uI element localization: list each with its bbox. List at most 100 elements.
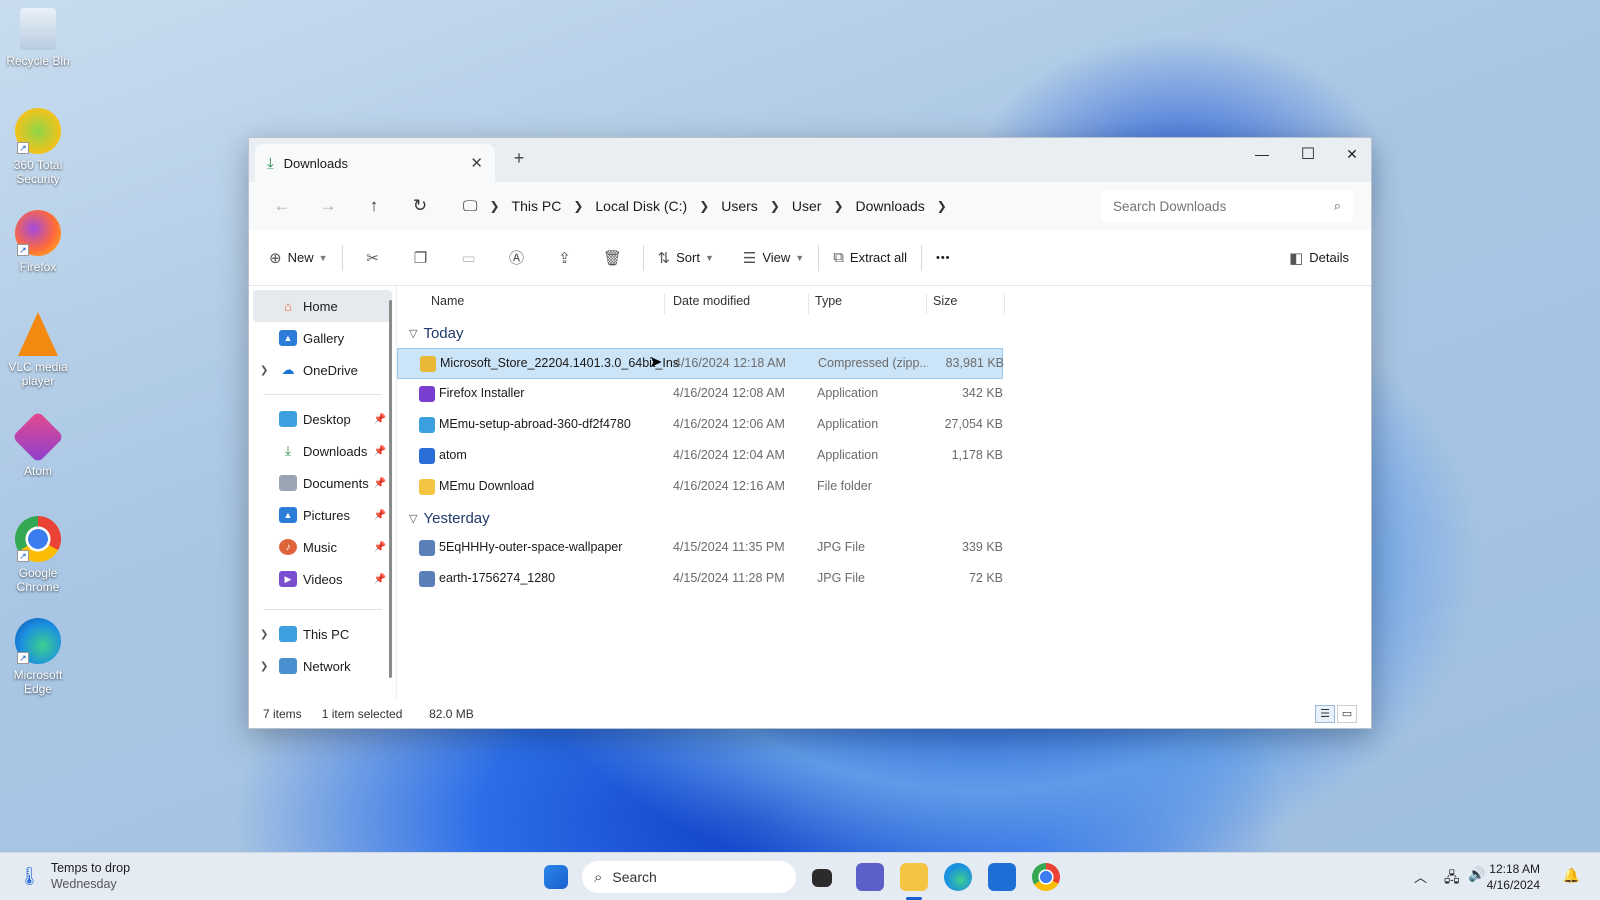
desktop-icon-microsoft-edge[interactable]: ↗ Microsoft Edge xyxy=(4,618,72,696)
network-icon xyxy=(279,658,297,674)
close-button[interactable]: ✕ xyxy=(1329,138,1375,170)
nav-item-onedrive[interactable]: ❯ ☁ OneDrive xyxy=(249,354,396,386)
copy-button[interactable]: ❐ xyxy=(397,242,445,274)
nav-item-documents[interactable]: Documents 📌 xyxy=(249,467,396,499)
nav-label: Desktop xyxy=(303,411,351,427)
column-headers: Name Date modified Type Size xyxy=(397,286,1371,318)
group-header-yesterday[interactable]: ▽ Yesterday xyxy=(397,503,1371,533)
file-explorer-icon[interactable] xyxy=(900,863,928,891)
chevron-right-icon[interactable]: ❯ xyxy=(937,199,947,213)
chevron-right-icon[interactable]: ❯ xyxy=(260,661,268,672)
breadcrumb-users[interactable]: Users xyxy=(721,198,758,214)
nav-item-gallery[interactable]: ▲ Gallery xyxy=(249,322,396,354)
chevron-up-icon[interactable]: ︿ xyxy=(1414,867,1427,886)
column-name[interactable]: Name xyxy=(425,294,665,314)
column-date-modified[interactable]: Date modified xyxy=(667,294,809,314)
search-input[interactable] xyxy=(1113,198,1334,214)
file-date-modified: 4/15/2024 11:28 PM xyxy=(673,571,785,585)
weather-subtitle: Wednesday xyxy=(50,877,117,891)
file-row[interactable]: 5EqHHHy-outer-space-wallpaper 4/15/2024 1… xyxy=(397,533,1371,564)
application-icon xyxy=(419,386,435,402)
nav-item-desktop[interactable]: Desktop 📌 xyxy=(249,403,396,435)
file-row[interactable]: earth-1756274_1280 4/15/2024 11:28 PM JPG … xyxy=(397,564,1371,595)
nav-item-videos[interactable]: ▶ Videos 📌 xyxy=(249,563,396,595)
maximize-button[interactable]: ☐ xyxy=(1285,138,1331,170)
nav-item-downloads[interactable]: ⤓ Downloads 📌 xyxy=(249,435,396,467)
search-icon[interactable]: ⌕ xyxy=(1334,198,1341,214)
cloud-icon: ☁ xyxy=(281,362,295,377)
volume-icon[interactable]: 🔊 xyxy=(1468,866,1485,883)
tiles-view-button[interactable]: ▭ xyxy=(1337,705,1357,723)
new-button[interactable]: ⊕ New ▼ xyxy=(261,242,336,274)
nav-item-music[interactable]: ♪ Music 📌 xyxy=(249,531,396,563)
back-arrow-icon[interactable]: ← xyxy=(259,196,305,216)
group-header-today[interactable]: ▽ Today xyxy=(397,318,1371,348)
application-icon xyxy=(419,417,435,433)
extract-all-button[interactable]: ⧉ Extract all xyxy=(825,242,915,274)
more-options-button[interactable]: ••• xyxy=(928,242,959,274)
task-view-icon[interactable] xyxy=(812,869,832,887)
desktop-icon-atom[interactable]: Atom xyxy=(4,410,72,478)
new-tab-button[interactable]: + xyxy=(507,148,531,169)
details-view-button[interactable]: ☰ xyxy=(1315,705,1335,723)
nav-item-pictures[interactable]: ▲ Pictures 📌 xyxy=(249,499,396,531)
delete-button[interactable]: 🗑 xyxy=(589,242,637,274)
refresh-icon[interactable]: ↻ xyxy=(397,196,443,216)
details-button[interactable]: ◧ Details xyxy=(1281,242,1357,274)
file-row[interactable]: MEmu-setup-abroad-360-df2f4780 4/16/2024 … xyxy=(397,410,1371,441)
mouse-cursor-icon: ➤ xyxy=(649,354,663,371)
file-row[interactable]: Microsoft_Store_22204.1401.3.0_64bit_Ins… xyxy=(397,348,1004,379)
column-size[interactable]: Size xyxy=(927,294,1005,314)
weather-widget[interactable]: 🌡 Temps to drop Wednesday xyxy=(18,860,130,892)
notification-bell-icon[interactable]: 🔔 xyxy=(1563,867,1580,884)
desktop-icon-recycle-bin[interactable]: Recycle Bin xyxy=(4,8,72,68)
videos-icon: ▶ xyxy=(279,571,297,587)
paste-button[interactable]: ▭ xyxy=(445,242,493,274)
chat-icon[interactable] xyxy=(856,863,884,891)
chevron-right-icon[interactable]: ❯ xyxy=(260,365,268,376)
breadcrumb-downloads[interactable]: Downloads xyxy=(856,198,925,214)
cut-button[interactable]: ✂ xyxy=(349,242,397,274)
network-icon[interactable]: 🖧 xyxy=(1444,867,1460,891)
minimize-button[interactable]: — xyxy=(1239,138,1285,170)
divider xyxy=(263,609,382,610)
file-row[interactable]: Firefox Installer 4/16/2024 12:08 AM Appli… xyxy=(397,379,1371,410)
application-icon xyxy=(419,448,435,464)
desktop-icon-google-chrome[interactable]: ↗ Google Chrome xyxy=(4,516,72,594)
breadcrumb-this-pc[interactable]: This PC xyxy=(512,198,562,214)
desktop-icon-firefox[interactable]: ↗ Firefox xyxy=(4,210,72,274)
sort-button[interactable]: ⇅ Sort ▼ xyxy=(650,242,722,274)
breadcrumb-local-disk[interactable]: Local Disk (C:) xyxy=(595,198,687,214)
pin-icon: 📌 xyxy=(373,413,386,425)
chrome-icon[interactable] xyxy=(1032,863,1060,891)
breadcrumb-user[interactable]: User xyxy=(792,198,822,214)
chevron-right-icon[interactable]: ❯ xyxy=(260,629,268,640)
start-button[interactable] xyxy=(544,865,568,889)
column-type[interactable]: Type xyxy=(809,294,927,314)
nav-item-network[interactable]: ❯ Network xyxy=(249,650,396,682)
breadcrumb[interactable]: 🖵 ❯ This PC ❯ Local Disk (C:) ❯ Users ❯ … xyxy=(451,190,1081,222)
rename-button[interactable]: Ⓐ xyxy=(493,242,541,274)
tab-close-button[interactable]: ✕ xyxy=(470,154,483,172)
desktop-icon-360-total-security[interactable]: ↗ 360 Total Security xyxy=(4,108,72,186)
tab-downloads[interactable]: ⤓ Downloads ✕ xyxy=(255,144,495,182)
divider xyxy=(920,244,922,271)
file-row[interactable]: MEmu Download 4/16/2024 12:16 AM File fold… xyxy=(397,472,1371,503)
group-label: Yesterday xyxy=(423,509,490,527)
details-pane-icon: ◧ xyxy=(1289,249,1304,267)
view-button[interactable]: ☰ View ▼ xyxy=(735,242,812,274)
taskbar-search[interactable]: ⌕ Search xyxy=(582,861,796,893)
nav-item-home[interactable]: ⌂ Home xyxy=(253,290,392,322)
up-arrow-icon[interactable]: ↑ xyxy=(351,196,397,216)
share-button[interactable]: ⇪ xyxy=(541,242,589,274)
file-row[interactable]: atom 4/16/2024 12:04 AM Application 1,178 K… xyxy=(397,441,1371,472)
edge-icon[interactable] xyxy=(944,863,972,891)
nav-scrollbar[interactable] xyxy=(389,300,392,678)
nav-item-this-pc[interactable]: ❯ This PC xyxy=(249,618,396,650)
clock[interactable]: 12:18 AM 4/16/2024 xyxy=(1487,861,1540,893)
file-size: 72 KB xyxy=(968,571,1003,585)
store-icon[interactable] xyxy=(988,863,1016,891)
desktop-icon-vlc[interactable]: VLC media player xyxy=(4,312,72,388)
forward-arrow-icon[interactable]: → xyxy=(305,196,351,216)
search-box[interactable]: ⌕ xyxy=(1101,190,1353,222)
